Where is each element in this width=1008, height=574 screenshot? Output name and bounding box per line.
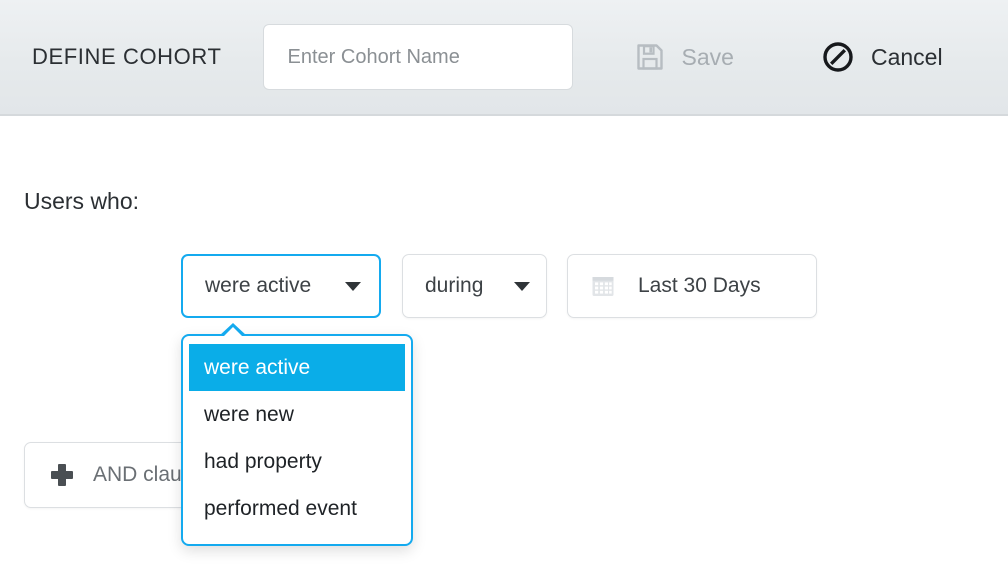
- cancel-button[interactable]: Cancel: [822, 41, 943, 73]
- verb-select-dropdown: were active were new had property perfor…: [181, 323, 413, 546]
- during-select-value: during: [425, 274, 484, 297]
- dropdown-notch-fill: [222, 327, 244, 338]
- save-button[interactable]: Save: [635, 42, 734, 72]
- calendar-icon: [590, 273, 616, 299]
- cohort-builder-body: Users who: were active during Last 30 Da…: [0, 116, 1008, 574]
- dropdown-option-were-active[interactable]: were active: [189, 344, 405, 391]
- prohibition-icon: [822, 41, 854, 73]
- users-who-label: Users who:: [24, 188, 140, 214]
- dropdown-option-performed-event[interactable]: performed event: [183, 485, 411, 532]
- cohort-name-input[interactable]: [262, 24, 573, 90]
- chevron-down-icon: [345, 281, 361, 291]
- plus-icon: [51, 464, 73, 486]
- verb-select[interactable]: were active: [181, 254, 381, 318]
- chevron-down-icon: [514, 281, 530, 291]
- during-select[interactable]: during: [402, 254, 547, 318]
- verb-select-value: were active: [205, 274, 312, 297]
- define-cohort-header: DEFINE COHORT Save Cancel: [0, 0, 1008, 116]
- save-button-label: Save: [681, 43, 734, 70]
- dropdown-option-had-property[interactable]: had property: [183, 438, 411, 485]
- date-range-value: Last 30 Days: [638, 274, 761, 297]
- dropdown-option-were-new[interactable]: were new: [183, 391, 411, 438]
- cancel-button-label: Cancel: [870, 43, 943, 70]
- page-title: DEFINE COHORT: [32, 44, 222, 69]
- floppy-disk-icon: [635, 42, 665, 72]
- clause-row: were active during Last 30 Days: [181, 254, 817, 318]
- date-range-field[interactable]: Last 30 Days: [567, 254, 817, 318]
